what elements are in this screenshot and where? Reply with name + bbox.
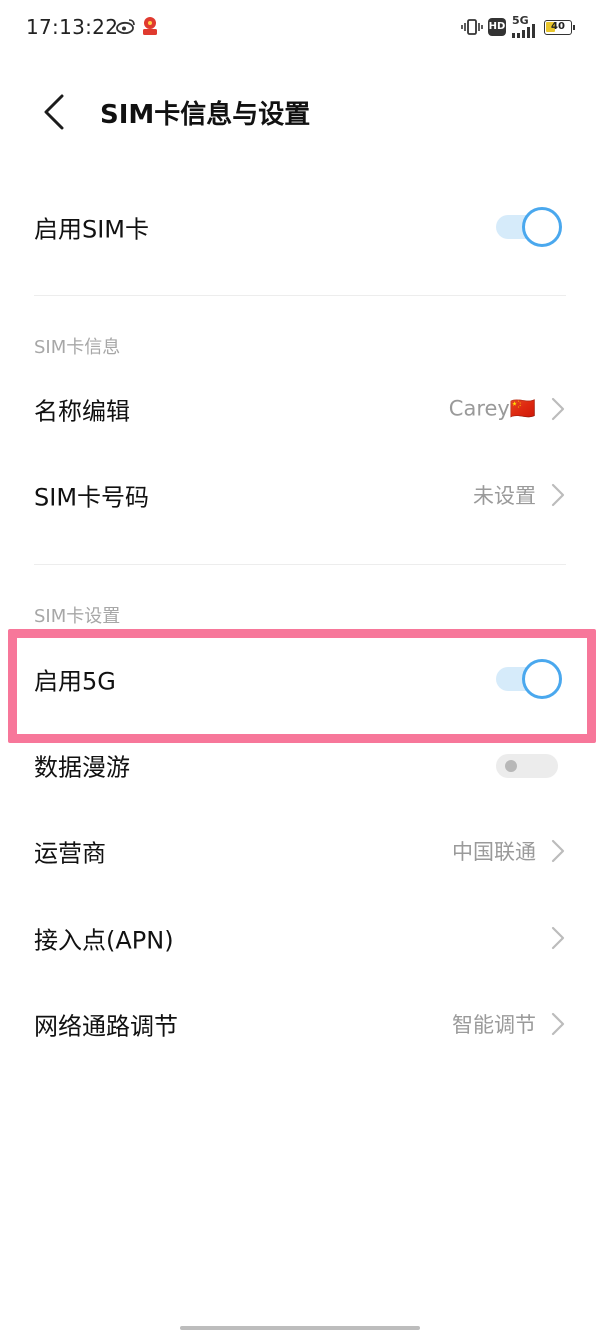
network-tuning-row[interactable]: 网络通路调节 智能调节	[0, 981, 600, 1067]
vibrate-icon	[461, 19, 483, 35]
chevron-right-icon	[551, 1012, 565, 1036]
apn-label: 接入点(APN)	[34, 926, 174, 955]
network-tuning-label: 网络通路调节	[34, 1012, 178, 1041]
sim-number-label: SIM卡号码	[34, 483, 150, 512]
header: SIM卡信息与设置	[0, 60, 600, 160]
divider	[34, 295, 566, 296]
enable-sim-label: 启用SIM卡	[34, 215, 150, 244]
enable-5g-row[interactable]: 启用5G	[0, 636, 600, 722]
sim-number-row[interactable]: SIM卡号码 未设置	[0, 452, 600, 538]
carrier-row[interactable]: 运营商 中国联通	[0, 808, 600, 894]
enable-5g-label: 启用5G	[34, 667, 116, 696]
carrier-label: 运营商	[34, 839, 106, 868]
back-arrow-icon[interactable]	[36, 90, 76, 134]
status-bar: 17:13:22 HD 5G 40	[0, 0, 600, 58]
section-label-sim-settings: SIM卡设置	[34, 606, 121, 627]
chevron-right-icon	[551, 926, 565, 950]
section-label-sim-info: SIM卡信息	[34, 337, 121, 358]
chevron-right-icon	[551, 397, 565, 421]
hd-icon: HD	[488, 18, 506, 36]
home-indicator[interactable]	[180, 1326, 420, 1330]
chevron-right-icon	[551, 839, 565, 863]
chevron-right-icon	[551, 483, 565, 507]
network-tuning-value: 智能调节	[452, 1013, 536, 1037]
name-edit-row[interactable]: 名称编辑 Carey🇨🇳	[0, 366, 600, 452]
data-roaming-toggle[interactable]	[496, 745, 562, 785]
status-time: 17:13:22	[26, 15, 119, 39]
enable-5g-toggle[interactable]	[496, 659, 562, 699]
apn-row[interactable]: 接入点(APN)	[0, 895, 600, 981]
name-edit-value: Carey🇨🇳	[448, 396, 536, 421]
divider	[34, 564, 566, 565]
battery-level: 40	[551, 21, 565, 32]
enable-sim-toggle[interactable]	[496, 207, 562, 247]
carrier-value: 中国联通	[452, 840, 536, 864]
page-title: SIM卡信息与设置	[100, 100, 311, 130]
enable-sim-row[interactable]: 启用SIM卡	[0, 184, 600, 270]
signal-icon	[512, 24, 535, 38]
data-roaming-label: 数据漫游	[34, 753, 130, 782]
app-notification-icon	[143, 17, 157, 35]
name-edit-label: 名称编辑	[34, 397, 130, 426]
weibo-icon	[116, 19, 135, 34]
battery-icon: 40	[544, 20, 575, 35]
sim-number-value: 未设置	[473, 484, 536, 508]
data-roaming-row[interactable]: 数据漫游	[0, 722, 600, 808]
